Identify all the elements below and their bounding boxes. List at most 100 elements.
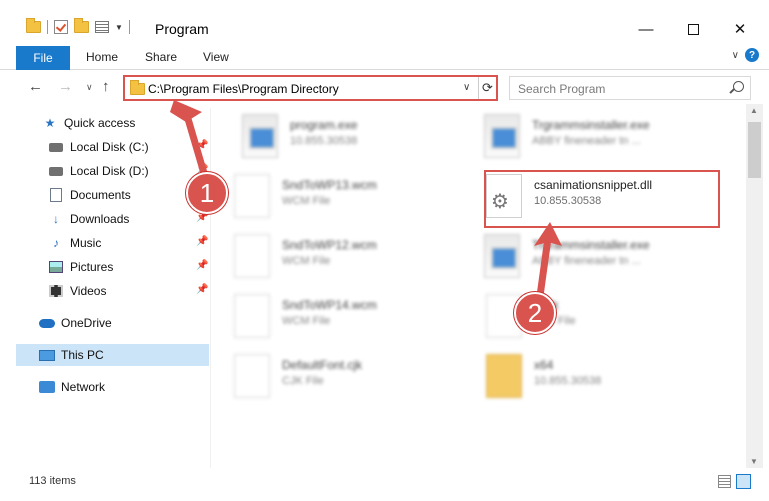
maximize-icon [687, 23, 699, 35]
item-count: 113 items [29, 475, 76, 487]
address-path[interactable]: C:\Program Files\Program Directory [148, 82, 339, 96]
document-file-icon [234, 294, 270, 338]
toolbar-separator [128, 20, 130, 34]
navigation-bar: ← → ∨ ↑ C:\Program Files\Program Directo… [0, 72, 769, 102]
star-icon: ★ [44, 116, 56, 130]
search-input[interactable]: Search Program [509, 76, 751, 100]
folder-icon [130, 80, 145, 95]
file-item[interactable]: program.exe 10.855.30538 [242, 110, 482, 166]
close-button[interactable]: ✕ [717, 14, 763, 44]
sidebar-item-music[interactable]: ♪ Music [48, 232, 101, 254]
details-view-icon[interactable] [718, 475, 731, 488]
status-bar: 113 items [0, 470, 769, 501]
network-icon [39, 379, 55, 395]
sidebar-item-label: Pictures [70, 260, 114, 274]
disk-icon [48, 139, 64, 155]
tab-share[interactable]: Share [145, 50, 177, 64]
properties-icon[interactable] [95, 21, 109, 33]
sidebar-item-label: Videos [70, 284, 107, 298]
file-detail: ABBY fineneader tn ... [532, 135, 641, 147]
scroll-thumb[interactable] [748, 122, 761, 178]
quick-access-toolbar: ▼ [26, 18, 130, 34]
tab-view[interactable]: View [203, 50, 229, 64]
sidebar-item-onedrive[interactable]: OneDrive [39, 312, 112, 334]
file-detail: WCM File [282, 255, 331, 267]
this-pc-icon [39, 347, 55, 363]
vertical-scrollbar[interactable]: ▲ ▼ [746, 104, 763, 468]
file-item[interactable]: Trgrammsinstaller.exe ABBY fineneader tn… [484, 110, 724, 166]
file-name: SndToWP12.wcm [282, 238, 377, 252]
document-file-icon [234, 234, 270, 278]
file-item[interactable]: DefaultFont.cjk CJK File [234, 350, 474, 406]
sidebar-item-label: Quick access [64, 116, 136, 130]
new-folder-icon[interactable] [74, 18, 89, 33]
customize-toolbar-chevron-icon[interactable]: ▼ [115, 23, 123, 32]
minimize-button[interactable]: — [623, 14, 669, 44]
file-item[interactable]: SndToWP13.wcm WCM File [234, 170, 474, 226]
sidebar-item-local-disk-c[interactable]: Local Disk (C:) [48, 136, 149, 158]
maximize-button[interactable] [670, 14, 716, 44]
address-dropdown-chevron-icon[interactable]: ∨ [463, 82, 470, 93]
file-detail: ABBY fineneader tn ... [532, 255, 641, 267]
tab-file[interactable]: File [16, 46, 70, 70]
pin-icon[interactable]: 📌 [196, 236, 208, 247]
step-2-callout: 2 [514, 292, 556, 334]
file-detail: 10.855.30538 [534, 375, 602, 387]
documents-icon [48, 187, 64, 203]
folder-icon [26, 18, 41, 33]
scroll-up-icon[interactable]: ▲ [750, 106, 758, 115]
toolbar-separator [47, 20, 48, 34]
document-file-icon [234, 354, 270, 398]
file-list: program.exe 10.855.30538 Trgrammsinstall… [212, 104, 746, 466]
file-item[interactable]: x64 10.855.30538 [486, 350, 726, 406]
pictures-icon [48, 259, 64, 275]
file-detail: 10.855.30538 [290, 135, 358, 147]
sidebar-item-label: Local Disk (D:) [70, 164, 149, 178]
large-icons-view-icon[interactable] [736, 474, 751, 489]
refresh-button[interactable]: ⟳ [478, 77, 496, 99]
pin-icon[interactable]: 📌 [196, 140, 208, 151]
sidebar-item-network[interactable]: Network [39, 376, 105, 398]
help-icon[interactable]: ? [745, 48, 759, 62]
folder-icon [486, 354, 522, 398]
disk-icon [48, 163, 64, 179]
address-bar[interactable]: C:\Program Files\Program Directory ∨ ⟳ [123, 75, 498, 101]
videos-icon [48, 283, 64, 299]
scroll-down-icon[interactable]: ▼ [750, 457, 758, 466]
file-item[interactable]: SndToWP12.wcm WCM File [234, 230, 474, 286]
exe-file-icon [484, 114, 520, 158]
file-item[interactable]: Trgrammsinstaller.exe ABBY fineneader tn… [484, 230, 724, 286]
properties-check-icon[interactable] [54, 20, 68, 34]
pin-icon[interactable]: 📌 [196, 260, 208, 271]
title-bar: ▼ Program — ✕ [0, 0, 769, 44]
sidebar-item-label: Local Disk (C:) [70, 140, 149, 154]
up-button[interactable]: ↑ [102, 78, 110, 95]
sidebar-item-this-pc[interactable]: This PC [39, 344, 104, 366]
sidebar-item-pictures[interactable]: Pictures [48, 256, 113, 278]
music-icon: ♪ [53, 236, 59, 250]
file-name: Trgrammsinstaller.exe [532, 118, 650, 132]
sidebar-item-videos[interactable]: Videos [48, 280, 106, 302]
document-file-icon [234, 174, 270, 218]
ribbon-tabs: File Home Share View ∨ ? [0, 44, 769, 70]
file-detail: WCM File [282, 195, 331, 207]
search-icon[interactable] [733, 81, 744, 92]
sidebar-item-label: OneDrive [61, 316, 112, 330]
ribbon-expand-chevron-icon[interactable]: ∨ [732, 50, 739, 61]
sidebar-item-label: Downloads [70, 212, 130, 226]
sidebar-item-local-disk-d[interactable]: Local Disk (D:) [48, 160, 149, 182]
file-name: program.exe [290, 118, 358, 132]
sidebar-item-downloads[interactable]: ↓ Downloads [48, 208, 129, 230]
back-button[interactable]: ← [28, 78, 43, 95]
file-name: x64 [534, 358, 554, 372]
sidebar-item-documents[interactable]: Documents [48, 184, 131, 206]
recent-locations-chevron-icon[interactable]: ∨ [86, 82, 93, 93]
sidebar-item-label: This PC [61, 348, 104, 362]
pane-divider[interactable] [210, 108, 211, 468]
tab-home[interactable]: Home [86, 50, 118, 64]
sidebar-item-quick-access[interactable]: ★ Quick access [42, 112, 136, 134]
pin-icon[interactable]: 📌 [196, 284, 208, 295]
forward-button[interactable]: → [58, 78, 73, 95]
file-item[interactable]: SndToWP14.wcm WCM File [234, 290, 474, 346]
file-detail: WCM File [282, 315, 331, 327]
